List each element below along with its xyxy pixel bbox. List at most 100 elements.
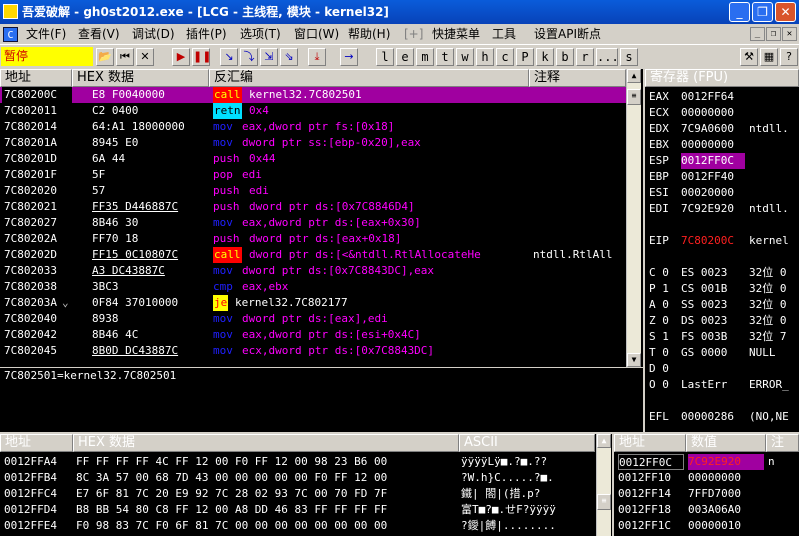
stack-row[interactable]: 0012FF14 7FFD7000 [614, 486, 799, 502]
disasm-row[interactable]: 7C80200C E8 F0040000 call kernel32.7C802501 [0, 87, 626, 103]
stack-header-value[interactable]: 数值 [686, 434, 766, 452]
dump-scroll-up-icon[interactable]: ▲ [597, 434, 611, 448]
title-bar[interactable]: 吾爱破解 - gh0st2012.exe - [LCG - 主线程, 模块 - … [0, 0, 799, 24]
disasm-row[interactable]: 7C80203A ⌄ 0F84 37010000 je kernel32.7C80217… [0, 295, 626, 311]
goto-icon[interactable]: → [340, 48, 358, 66]
register-line[interactable]: EIP 7C80200C kernel [649, 233, 799, 249]
disasm-row[interactable]: 7C802020 57 push edi [0, 183, 626, 199]
toolbar-breakpoints-button[interactable]: b [556, 48, 574, 66]
trace-over-icon[interactable]: ⇘ [280, 48, 298, 66]
stack-row[interactable]: 0012FF18 003A06A0 [614, 502, 799, 518]
toolbar-handles-button[interactable]: h [476, 48, 494, 66]
disasm-row[interactable]: 7C80202D FF15 0C10807C call dword ptr ds:[<… [0, 247, 626, 263]
menu-shortcut[interactable]: 快捷菜单 [432, 24, 480, 44]
toolbar-patches-button[interactable]: P [516, 48, 534, 66]
dump-row[interactable]: 0012FFA4 FF FF FF FF 4C FF 12 00 F0 FF 12… [0, 454, 596, 470]
stack-header-address[interactable]: 地址 [614, 434, 686, 452]
register-line[interactable]: A 0 SS 0023 32位 0 [649, 297, 799, 313]
mdi-child-icon[interactable]: C [3, 27, 18, 42]
menu-file[interactable]: 文件(F) [26, 24, 66, 44]
register-line[interactable]: T 0 GS 0000 NULL [649, 345, 799, 361]
toolbar-references-button[interactable]: r [576, 48, 594, 66]
disasm-row[interactable]: 7C80201D 6A 44 push 0x44 [0, 151, 626, 167]
disasm-row[interactable]: 7C802042 8B46 4C mov eax,dword ptr ds:[esi+… [0, 327, 626, 343]
execute-till-return-icon[interactable]: ⤓ [308, 48, 326, 66]
disasm-scrollbar[interactable]: ▲ ≡ ▼ [626, 69, 641, 367]
register-line[interactable]: EDI 7C92E920 ntdll. [649, 201, 799, 217]
disasm-header-disassembly[interactable]: 反汇编 [209, 69, 529, 87]
toolbar-source-button[interactable]: s [620, 48, 638, 66]
child-minimize-button[interactable]: _ [750, 27, 765, 41]
disasm-row[interactable]: 7C80202A FF70 18 push dword ptr ds:[eax+0x1… [0, 231, 626, 247]
register-line[interactable]: EBX 00000000 [649, 137, 799, 153]
disasm-row[interactable]: 7C802040 8938 mov dword ptr ds:[eax],edi [0, 311, 626, 327]
register-line[interactable]: P 1 CS 001B 32位 0 [649, 281, 799, 297]
rewind-icon[interactable]: ⏮ [116, 48, 134, 66]
disasm-header-address[interactable]: 地址 [0, 69, 72, 87]
app-icon[interactable] [3, 4, 18, 19]
disasm-row[interactable]: 7C802014 64:A1 18000000 mov eax,dword ptr f… [0, 119, 626, 135]
stack-header-comment[interactable]: 注 [766, 434, 799, 452]
help-icon[interactable]: ? [780, 48, 798, 66]
dump-header-hex[interactable]: HEX 数据 [73, 434, 459, 452]
child-restore-button[interactable]: ❐ [766, 27, 781, 41]
toolbar-cpu-button[interactable]: c [496, 48, 514, 66]
step-over-icon[interactable]: ⤵ [240, 48, 258, 66]
close-button[interactable]: ✕ [775, 2, 796, 22]
restore-button[interactable]: ❐ [752, 2, 773, 22]
disasm-row[interactable]: 7C80201A 8945 E0 mov dword ptr ss:[ebp-0x20… [0, 135, 626, 151]
toolbar-modules-button[interactable]: e [396, 48, 414, 66]
scroll-up-icon[interactable]: ▲ [627, 69, 641, 83]
info-pane[interactable]: 7C802501=kernel32.7C802501 [0, 368, 643, 432]
menu-plugins[interactable]: 插件(P) [186, 24, 227, 44]
disasm-row[interactable]: 7C802033 A3 DC43887C mov dword ptr ds:[0x7C… [0, 263, 626, 279]
register-line[interactable]: Z 0 DS 0023 32位 0 [649, 313, 799, 329]
tools-icon[interactable]: ⚒ [740, 48, 758, 66]
stack-row[interactable]: 0012FF0C 7C92E920 n [614, 454, 799, 470]
dump-scroll-thumb[interactable]: ≡ [597, 494, 611, 510]
register-line[interactable]: C 0 ES 0023 32位 0 [649, 265, 799, 281]
dump-header-address[interactable]: 地址 [0, 434, 73, 452]
menu-view[interactable]: 查看(V) [78, 24, 120, 44]
register-line[interactable]: EBP 0012FF40 [649, 169, 799, 185]
toolbar-run-trace-button[interactable]: ... [596, 48, 619, 66]
trace-into-icon[interactable]: ⇲ [260, 48, 278, 66]
stack-row[interactable]: 0012FF1C 00000010 [614, 518, 799, 534]
dump-row[interactable]: 0012FFB4 8C 3A 57 00 68 7D 43 00 00 00 00… [0, 470, 596, 486]
menu-help[interactable]: 帮助(H) [348, 24, 390, 44]
disasm-row[interactable]: 7C802038 3BC3 cmp eax,ebx [0, 279, 626, 295]
register-line[interactable]: EDX 7C9A0600 ntdll. [649, 121, 799, 137]
menu-debug[interactable]: 调试(D) [132, 24, 175, 44]
register-line[interactable]: ECX 00000000 [649, 105, 799, 121]
register-line[interactable]: ESP 0012FF0C [649, 153, 799, 169]
disassembly-pane[interactable]: 地址 HEX 数据 反汇编 注释 7C80200C E8 F0040000 call… [0, 69, 643, 367]
stack-row[interactable]: 0012FF10 00000000 [614, 470, 799, 486]
disasm-row[interactable]: 7C802021 FF35 D446887C push dword ptr ds:[0… [0, 199, 626, 215]
register-line[interactable] [649, 217, 799, 233]
register-line[interactable]: EFL 00000286 (NO,NE [649, 409, 799, 425]
menu-plus[interactable]: [+] [404, 24, 423, 44]
dump-pane[interactable]: 地址 HEX 数据 ASCII 0012FFA4 FF FF FF FF 4C F… [0, 434, 612, 536]
register-line[interactable]: S 1 FS 003B 32位 7 [649, 329, 799, 345]
dump-row[interactable]: 0012FFC4 E7 6F 81 7C 20 E9 92 7C 28 02 93… [0, 486, 596, 502]
stack-pane[interactable]: 地址 数值 注 0012FF0C 7C92E920 n 0012FF10 0000000… [614, 434, 799, 536]
dump-row[interactable]: 0012FFE4 F0 98 83 7C F0 6F 81 7C 00 00 00… [0, 518, 596, 534]
dump-header-ascii[interactable]: ASCII [459, 434, 595, 452]
toolbar-callstack-button[interactable]: k [536, 48, 554, 66]
disasm-header-comment[interactable]: 注释 [529, 69, 626, 87]
register-line[interactable]: D 0 [649, 361, 799, 377]
register-line[interactable] [649, 393, 799, 409]
step-into-icon[interactable]: ↘ [220, 48, 238, 66]
register-line[interactable] [649, 425, 799, 432]
disasm-header-hex[interactable]: HEX 数据 [72, 69, 209, 87]
menu-window[interactable]: 窗口(W) [294, 24, 339, 44]
child-close-button[interactable]: ✕ [782, 27, 797, 41]
run-icon[interactable]: ▶ [172, 48, 190, 66]
register-line[interactable]: ESI 00020000 [649, 185, 799, 201]
disasm-row[interactable]: 7C802045 8B0D DC43887C mov ecx,dword ptr ds… [0, 343, 626, 359]
menu-set-api-breakpoint[interactable]: 设置API断点 [534, 24, 601, 44]
toolbar-memory-button[interactable]: m [416, 48, 434, 66]
toolbar-threads-button[interactable]: t [436, 48, 454, 66]
register-line[interactable] [649, 249, 799, 265]
register-line[interactable]: O 0 LastErr ERROR_ [649, 377, 799, 393]
